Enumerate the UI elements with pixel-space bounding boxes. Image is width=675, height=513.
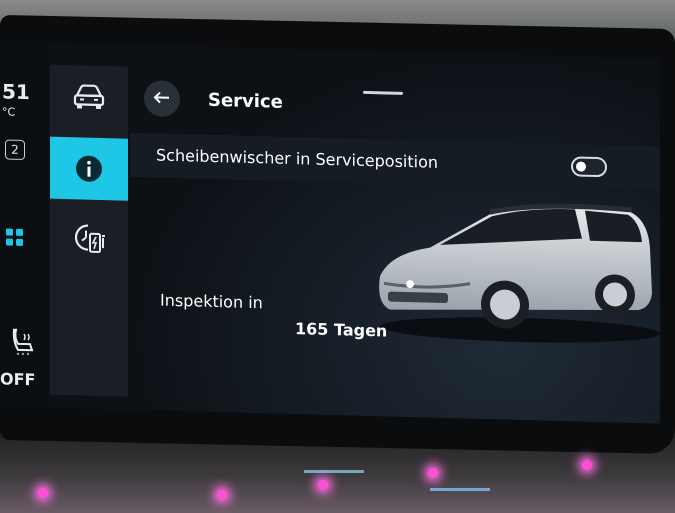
temperature-unit: °C xyxy=(2,105,16,119)
rail-item-charging[interactable] xyxy=(50,207,128,271)
temperature-slider[interactable] xyxy=(304,470,364,473)
infotainment-screen: 51 °C 2 OFF Service Scheibenwischer in S… xyxy=(0,41,660,424)
seat-heating-state: OFF xyxy=(0,369,36,390)
back-button[interactable] xyxy=(144,80,180,118)
temperature-value: 51 xyxy=(2,79,30,105)
car-icon xyxy=(73,84,105,110)
toggle-knob xyxy=(576,161,586,172)
page-title: Service xyxy=(208,89,283,113)
rail-item-vehicle[interactable] xyxy=(50,67,128,131)
status-strip: 51 °C 2 OFF xyxy=(0,41,48,408)
inspection-label: Inspektion in xyxy=(160,290,263,313)
apps-grid-icon[interactable] xyxy=(5,227,25,248)
vehicle-image xyxy=(379,203,660,343)
volume-slider[interactable] xyxy=(430,488,490,491)
ambient-light-5 xyxy=(582,460,592,470)
nav-rail xyxy=(50,64,128,397)
charging-timer-icon xyxy=(74,224,105,253)
back-arrow-icon xyxy=(153,91,169,104)
count-badge[interactable]: 2 xyxy=(5,139,25,161)
ambient-light-1 xyxy=(38,488,48,498)
drag-handle[interactable] xyxy=(363,90,403,95)
rail-item-info[interactable] xyxy=(50,136,128,201)
inspection-value: 165 Tagen xyxy=(295,319,388,341)
seat-heating-icon[interactable] xyxy=(10,328,36,357)
wiper-service-label: Scheibenwischer in Serviceposition xyxy=(156,145,439,172)
ambient-light-4 xyxy=(428,468,438,478)
wiper-service-row[interactable]: Scheibenwischer in Serviceposition xyxy=(130,132,660,191)
ambient-light-2 xyxy=(217,490,227,500)
wiper-service-toggle[interactable] xyxy=(571,156,607,178)
ambient-light-3 xyxy=(318,480,328,490)
info-icon xyxy=(76,155,102,182)
service-page: Service Scheibenwischer in Servicepositi… xyxy=(130,44,660,424)
